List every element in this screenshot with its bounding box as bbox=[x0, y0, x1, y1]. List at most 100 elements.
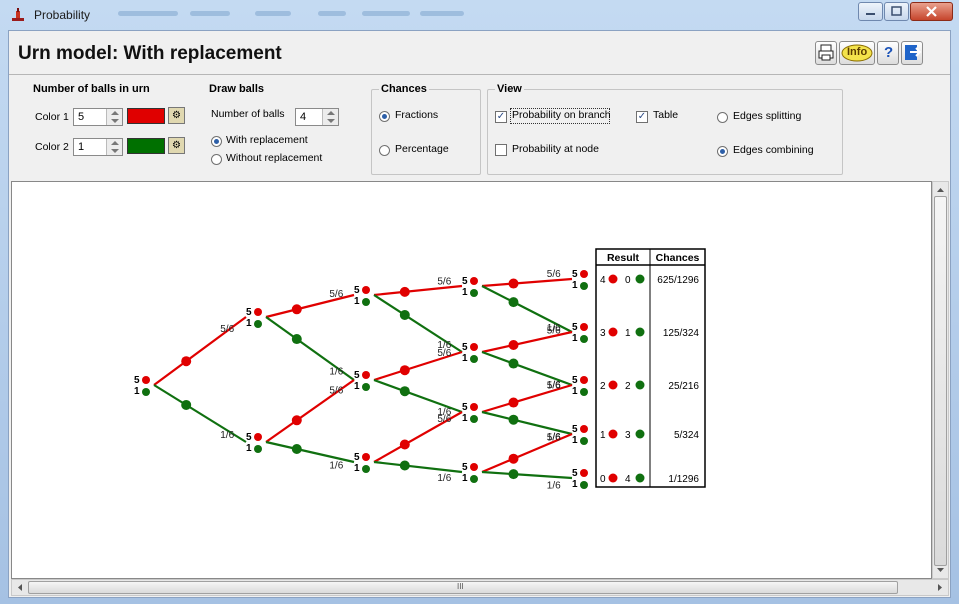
row-green-ball bbox=[635, 473, 645, 483]
fractions-radio[interactable] bbox=[379, 111, 390, 122]
node-green-ball bbox=[470, 475, 478, 483]
branch-probability-label: 1/6 bbox=[329, 460, 343, 471]
node-green-count: 1 bbox=[462, 413, 468, 424]
probability-at-node-checkbox[interactable] bbox=[495, 144, 507, 156]
node-green-count: 1 bbox=[354, 296, 360, 307]
probability-on-branch-checkbox[interactable]: ✓ bbox=[495, 111, 507, 123]
table-checkbox[interactable]: ✓ bbox=[636, 111, 648, 123]
row-green-count: 2 bbox=[625, 381, 631, 392]
node-red-count: 5 bbox=[462, 462, 468, 473]
fractions-label[interactable]: Fractions bbox=[395, 109, 438, 121]
node-red-ball bbox=[580, 270, 588, 278]
scroll-right-icon[interactable] bbox=[934, 580, 946, 595]
edges-splitting-label[interactable]: Edges splitting bbox=[733, 110, 801, 122]
table-label[interactable]: Table bbox=[653, 109, 678, 121]
green-branch-ball bbox=[508, 358, 519, 369]
table-header-chances: Chances bbox=[656, 252, 700, 264]
edges-combining-label[interactable]: Edges combining bbox=[733, 144, 814, 156]
node-green-ball bbox=[580, 437, 588, 445]
color1-spin-arrows[interactable] bbox=[106, 109, 122, 125]
node-red-count: 5 bbox=[354, 285, 360, 296]
row-chance: 125/324 bbox=[663, 328, 700, 339]
scroll-up-icon[interactable] bbox=[933, 184, 948, 196]
minimize-button[interactable] bbox=[858, 2, 883, 21]
branch-probability-label: 5/6 bbox=[547, 381, 561, 392]
green-branch-ball bbox=[399, 309, 410, 320]
exit-button[interactable] bbox=[901, 41, 923, 65]
red-branch-ball bbox=[399, 286, 410, 297]
node-red-ball bbox=[580, 469, 588, 477]
node-green-count: 1 bbox=[572, 435, 578, 446]
color1-swatch[interactable] bbox=[127, 108, 165, 124]
node-red-count: 5 bbox=[572, 375, 578, 386]
red-branch-ball bbox=[291, 415, 302, 426]
with-replacement-radio[interactable] bbox=[211, 136, 222, 147]
percentage-label[interactable]: Percentage bbox=[395, 143, 449, 155]
palette-icon[interactable]: ⚙ bbox=[168, 137, 185, 154]
node-green-ball bbox=[362, 298, 370, 306]
red-branch-ball bbox=[508, 397, 519, 408]
green-branch-ball bbox=[399, 386, 410, 397]
vertical-scroll-thumb[interactable] bbox=[934, 196, 947, 566]
number-of-balls-label: Number of balls bbox=[211, 108, 285, 120]
number-of-balls-spin-arrows[interactable] bbox=[322, 109, 338, 125]
row-green-count: 4 bbox=[625, 474, 631, 485]
scroll-left-icon[interactable] bbox=[14, 580, 26, 595]
horizontal-scrollbar[interactable]: III bbox=[11, 579, 949, 596]
node-green-ball bbox=[254, 320, 262, 328]
exit-icon bbox=[905, 45, 922, 60]
close-icon bbox=[926, 6, 937, 17]
percentage-radio[interactable] bbox=[379, 145, 390, 156]
row-green-count: 1 bbox=[625, 328, 631, 339]
scroll-down-icon[interactable] bbox=[933, 564, 948, 576]
edges-splitting-radio[interactable] bbox=[717, 112, 728, 123]
color2-swatch[interactable] bbox=[127, 138, 165, 154]
node-red-count: 5 bbox=[246, 307, 252, 318]
node-green-ball bbox=[470, 289, 478, 297]
red-branch-ball bbox=[399, 365, 410, 376]
without-replacement-radio[interactable] bbox=[211, 154, 222, 165]
row-green-ball bbox=[635, 327, 645, 337]
info-button[interactable]: Info bbox=[839, 41, 875, 65]
node-green-count: 1 bbox=[572, 479, 578, 490]
color2-stepper[interactable]: 1 bbox=[73, 138, 123, 156]
red-branch-ball bbox=[399, 439, 410, 450]
print-button[interactable] bbox=[815, 41, 837, 65]
branch-probability-label: 1/6 bbox=[220, 430, 234, 441]
probability-on-branch-label[interactable]: Probability on branch bbox=[512, 109, 611, 121]
red-branch-ball bbox=[508, 453, 519, 464]
color1-stepper[interactable]: 5 bbox=[73, 108, 123, 126]
row-red-count: 0 bbox=[600, 474, 606, 485]
probability-tree: 5/61/65/61/65/61/65/61/65/61/65/61/65/61… bbox=[134, 248, 706, 491]
with-replacement-label[interactable]: With replacement bbox=[226, 134, 308, 146]
green-branch bbox=[481, 470, 573, 480]
maximize-button[interactable] bbox=[884, 2, 909, 21]
probability-at-node-label[interactable]: Probability at node bbox=[512, 143, 599, 155]
number-of-balls-stepper[interactable]: 4 bbox=[295, 108, 339, 126]
horizontal-scroll-thumb[interactable]: III bbox=[28, 581, 898, 594]
close-button[interactable] bbox=[910, 2, 953, 21]
row-green-ball bbox=[635, 429, 645, 439]
balls-group-title: Number of balls in urn bbox=[33, 83, 150, 95]
color2-label: Color 2 bbox=[35, 141, 69, 153]
help-button[interactable]: ? bbox=[877, 41, 899, 65]
node-red-count: 5 bbox=[572, 468, 578, 479]
branch-probability-label: 1/6 bbox=[329, 366, 343, 377]
node-green-ball bbox=[580, 282, 588, 290]
row-green-count: 0 bbox=[625, 275, 631, 286]
row-red-ball bbox=[608, 327, 618, 337]
edges-combining-radio[interactable] bbox=[717, 146, 728, 157]
node-green-ball bbox=[362, 383, 370, 391]
node-green-count: 1 bbox=[462, 287, 468, 298]
branch-probability-label: 5/6 bbox=[437, 277, 451, 288]
node-red-count: 5 bbox=[134, 375, 140, 386]
chances-groupbox bbox=[371, 89, 481, 175]
color2-spin-arrows[interactable] bbox=[106, 139, 122, 155]
branch-probability-label: 1/6 bbox=[437, 473, 451, 484]
without-replacement-label[interactable]: Without replacement bbox=[226, 152, 322, 164]
vertical-scrollbar[interactable] bbox=[932, 181, 949, 579]
palette-icon[interactable]: ⚙ bbox=[168, 107, 185, 124]
node-red-ball bbox=[362, 453, 370, 461]
node-red-ball bbox=[254, 308, 262, 316]
node-red-ball bbox=[580, 323, 588, 331]
